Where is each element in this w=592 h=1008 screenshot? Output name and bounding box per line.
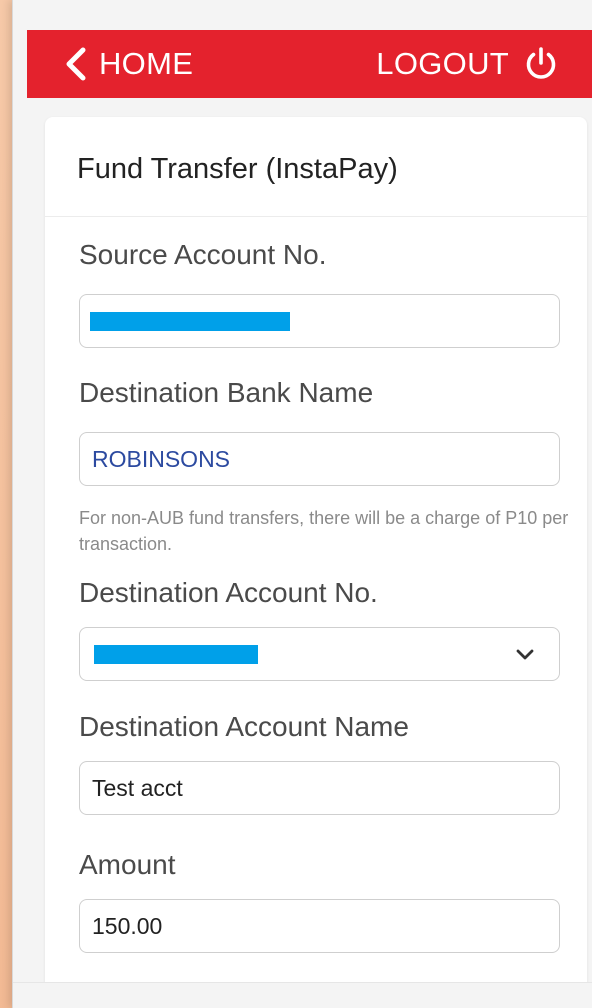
redacted-destination-account	[94, 644, 258, 664]
page-title: Fund Transfer (InstaPay)	[77, 153, 398, 185]
source-account-label: Source Account No.	[79, 239, 327, 270]
logout-button[interactable]: LOGOUT	[376, 46, 559, 82]
destination-bank-value: ROBINSONS	[92, 445, 231, 472]
home-button[interactable]: HOME	[63, 46, 193, 82]
power-icon	[526, 47, 556, 79]
destination-account-name-value: Test acct	[92, 774, 183, 801]
destination-account-name-label: Destination Account Name	[79, 711, 409, 742]
chevron-left-icon	[66, 47, 86, 81]
amount-value: 150.00	[92, 912, 163, 939]
chevron-down-icon	[516, 649, 534, 660]
top-nav-bar: HOME LOGOUT	[27, 30, 592, 98]
amount-label: Amount	[79, 849, 176, 880]
destination-bank-label: Destination Bank Name	[79, 377, 374, 408]
destination-account-label: Destination Account No.	[79, 577, 378, 608]
destination-account-select[interactable]	[79, 627, 560, 681]
source-account-field[interactable]	[79, 294, 560, 348]
card-header: Fund Transfer (InstaPay)	[45, 117, 587, 217]
amount-field[interactable]: 150.00	[79, 899, 560, 953]
phone-screen: HOME LOGOUT Fund Transfer (InstaPay) Sou…	[12, 0, 592, 1008]
home-label: HOME	[99, 46, 194, 81]
redacted-source-account	[90, 311, 290, 331]
fund-transfer-card: Fund Transfer (InstaPay) Source Account …	[45, 117, 587, 1008]
logout-label: LOGOUT	[376, 46, 509, 81]
destination-bank-field[interactable]: ROBINSONS	[79, 432, 560, 486]
bottom-edge	[13, 982, 592, 1008]
charge-note: For non-AUB fund transfers, there will b…	[79, 508, 569, 554]
destination-account-name-field[interactable]: Test acct	[79, 761, 560, 815]
